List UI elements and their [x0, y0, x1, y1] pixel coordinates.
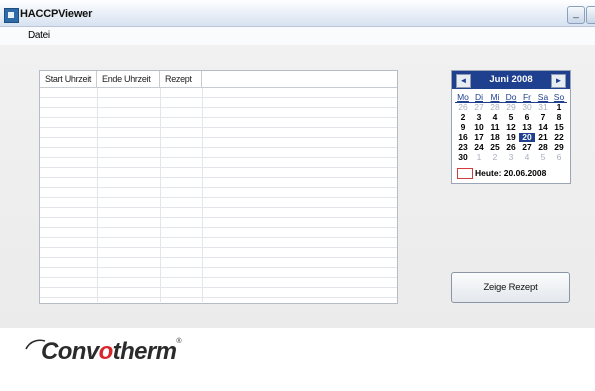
calendar-day[interactable]: 29: [551, 143, 567, 152]
calendar-day[interactable]: 14: [535, 123, 551, 132]
weekday-label: Mi: [490, 92, 500, 102]
table-row[interactable]: [40, 128, 397, 138]
calendar-day[interactable]: 23: [455, 143, 471, 152]
calendar-day[interactable]: 3: [503, 153, 519, 162]
calendar-day[interactable]: 8: [551, 113, 567, 122]
calendar-day[interactable]: 21: [535, 133, 551, 142]
table-row[interactable]: [40, 168, 397, 178]
calendar-day[interactable]: 18: [487, 133, 503, 142]
weekday-label: Do: [505, 92, 517, 102]
table-row[interactable]: [40, 208, 397, 218]
calendar-day[interactable]: 28: [535, 143, 551, 152]
logo-trademark: ®: [176, 338, 181, 345]
calendar-day[interactable]: 31: [535, 103, 551, 112]
calendar-day[interactable]: 7: [535, 113, 551, 122]
table-body: [40, 88, 397, 302]
column-header-recipe[interactable]: Rezept: [160, 71, 202, 87]
calendar-day[interactable]: 4: [519, 153, 535, 162]
calendar-header: Juni 2008 ◄ ►: [452, 71, 570, 89]
table-row[interactable]: [40, 188, 397, 198]
chevron-left-icon[interactable]: ◄: [456, 74, 471, 88]
calendar-day[interactable]: 26: [503, 143, 519, 152]
calendar-day[interactable]: 27: [471, 103, 487, 112]
calendar-day[interactable]: 30: [519, 103, 535, 112]
menu-bar: Datei: [0, 27, 595, 45]
calendar-day[interactable]: 17: [471, 133, 487, 142]
calendar-day[interactable]: 16: [455, 133, 471, 142]
table-row[interactable]: [40, 138, 397, 148]
calendar-day[interactable]: 6: [551, 153, 567, 162]
logo-part-1: Conv: [41, 338, 99, 365]
window-title: HACCPViewer: [20, 8, 93, 20]
table-row[interactable]: [40, 228, 397, 238]
calendar-day[interactable]: 19: [503, 133, 519, 142]
table-row[interactable]: [40, 108, 397, 118]
logo-wordmark: Convotherm®: [41, 338, 181, 366]
calendar-day[interactable]: 13: [519, 123, 535, 132]
calendar-day[interactable]: 28: [487, 103, 503, 112]
maximize-icon[interactable]: [586, 6, 595, 24]
table-row[interactable]: [40, 198, 397, 208]
weekday-label: So: [553, 92, 565, 102]
column-header-start[interactable]: Start Uhrzeit: [40, 71, 97, 87]
calendar-day[interactable]: 11: [487, 123, 503, 132]
calendar-day[interactable]: 24: [471, 143, 487, 152]
table-row[interactable]: [40, 158, 397, 168]
table-header: Start Uhrzeit Ende Uhrzeit Rezept: [40, 71, 397, 88]
calendar-day[interactable]: 30: [455, 153, 471, 162]
weekday-label: Sa: [537, 92, 549, 102]
calendar-day[interactable]: 6: [519, 113, 535, 122]
show-recipe-button[interactable]: Zeige Rezept: [451, 272, 570, 303]
month-calendar[interactable]: Juni 2008 ◄ ► Mo Di Mi Do Fr Sa So 26 27 28 29 30 3…: [451, 70, 571, 184]
calendar-day[interactable]: 5: [503, 113, 519, 122]
calendar-day[interactable]: 20: [519, 133, 535, 142]
table-row[interactable]: [40, 148, 397, 158]
calendar-day[interactable]: 12: [503, 123, 519, 132]
table-row[interactable]: [40, 238, 397, 248]
table-row[interactable]: [40, 88, 397, 98]
minimize-icon[interactable]: _: [567, 6, 585, 24]
records-table[interactable]: Start Uhrzeit Ende Uhrzeit Rezept: [39, 70, 398, 304]
calendar-day[interactable]: 25: [487, 143, 503, 152]
app-icon: [4, 8, 19, 23]
calendar-day[interactable]: 22: [551, 133, 567, 142]
calendar-day[interactable]: 29: [503, 103, 519, 112]
table-row[interactable]: [40, 258, 397, 268]
weekday-label: Fr: [522, 92, 532, 102]
column-header-blank: [202, 71, 397, 87]
calendar-day[interactable]: 10: [471, 123, 487, 132]
table-row[interactable]: [40, 218, 397, 228]
table-row[interactable]: [40, 268, 397, 278]
menu-item-datei[interactable]: Datei: [28, 30, 50, 41]
convotherm-logo: Convotherm®: [24, 334, 204, 374]
calendar-day[interactable]: 2: [487, 153, 503, 162]
table-row[interactable]: [40, 118, 397, 128]
calendar-day[interactable]: 5: [535, 153, 551, 162]
column-header-end[interactable]: Ende Uhrzeit: [97, 71, 160, 87]
calendar-day[interactable]: 1: [471, 153, 487, 162]
logo-part-2: o: [98, 338, 114, 365]
calendar-day[interactable]: 2: [455, 113, 471, 122]
calendar-day[interactable]: 3: [471, 113, 487, 122]
chevron-right-icon[interactable]: ►: [551, 74, 566, 88]
calendar-day[interactable]: 9: [455, 123, 471, 132]
today-label: Heute: 20.06.2008: [475, 168, 547, 178]
logo-part-3: therm: [112, 338, 177, 365]
table-row[interactable]: [40, 278, 397, 288]
calendar-day[interactable]: 15: [551, 123, 567, 132]
calendar-day[interactable]: 26: [455, 103, 471, 112]
table-row[interactable]: [40, 178, 397, 188]
table-row[interactable]: [40, 288, 397, 298]
weekday-label: Mo: [457, 92, 469, 102]
table-row[interactable]: [40, 98, 397, 108]
calendar-day[interactable]: 27: [519, 143, 535, 152]
today-marker: [457, 168, 473, 179]
title-bar: HACCPViewer _: [0, 0, 595, 27]
table-row[interactable]: [40, 248, 397, 258]
calendar-day[interactable]: 4: [487, 113, 503, 122]
calendar-day[interactable]: 1: [551, 103, 567, 112]
weekday-label: Di: [474, 92, 484, 102]
